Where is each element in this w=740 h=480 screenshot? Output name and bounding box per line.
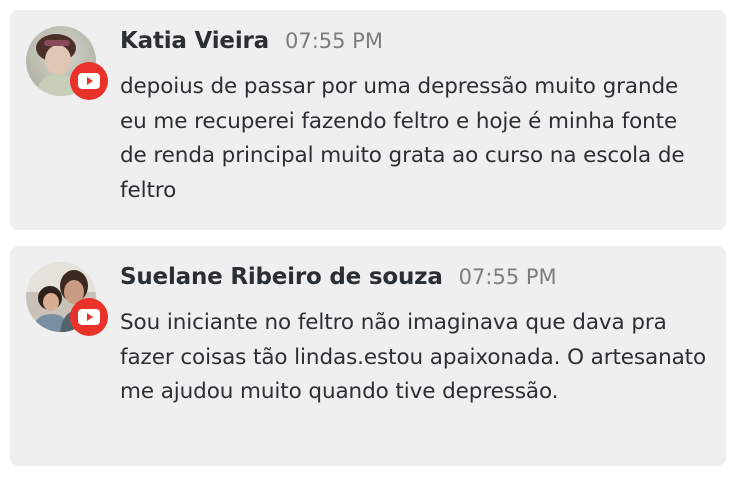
timestamp: 07:55 PM [284, 29, 383, 53]
youtube-play-icon [78, 309, 100, 325]
avatar-container [26, 262, 108, 336]
youtube-play-icon [78, 73, 100, 89]
youtube-badge [70, 62, 108, 100]
timestamp: 07:55 PM [458, 265, 557, 289]
comment-header: Suelane Ribeiro de souza 07:55 PM [120, 264, 557, 296]
comment-text: depoius de passar por uma depressão muit… [120, 74, 685, 204]
comment-card: Suelane Ribeiro de souza 07:55 PM Sou in… [10, 246, 726, 466]
author-name[interactable]: Suelane Ribeiro de souza [120, 264, 443, 290]
comment-feed: Katia Vieira 07:55 PM depoius de passar … [0, 0, 740, 480]
youtube-badge [70, 298, 108, 336]
comment-header: Katia Vieira 07:55 PM [120, 28, 383, 60]
author-name[interactable]: Katia Vieira [120, 28, 269, 54]
comment-card: Katia Vieira 07:55 PM depoius de passar … [10, 10, 726, 230]
avatar-container [26, 26, 108, 100]
comment-text: Sou iniciante no feltro não imaginava qu… [120, 310, 707, 405]
